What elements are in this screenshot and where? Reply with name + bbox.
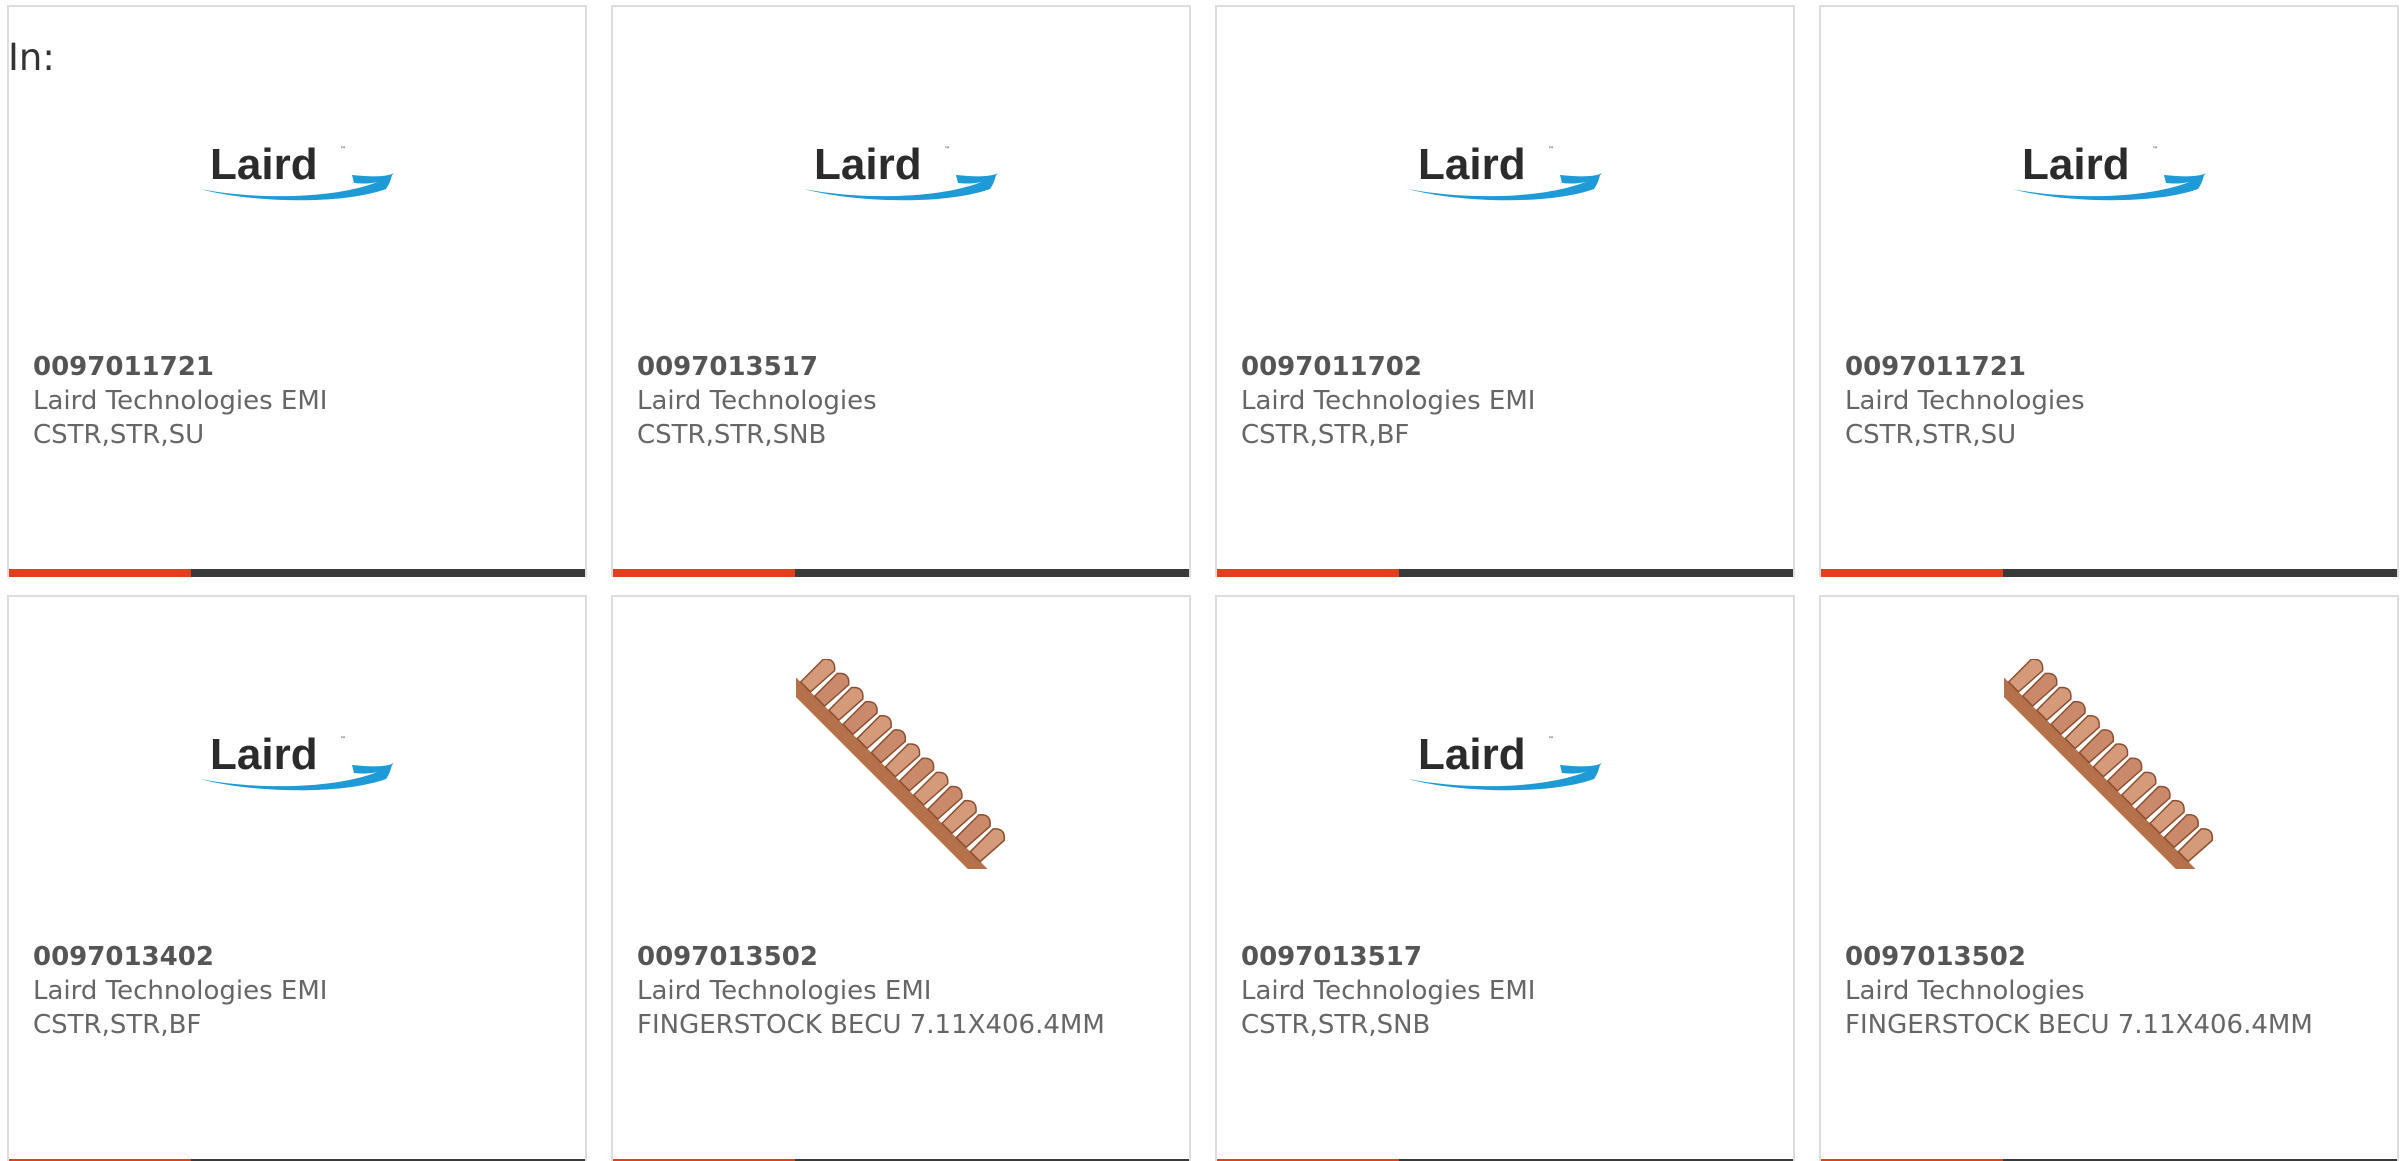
product-info: 0097011702 Laird Technologies EMI CSTR,S… [1241,350,1773,452]
description: CSTR,STR,SU [33,420,205,450]
svg-text:™: ™ [2152,146,2158,153]
product-card[interactable]: Laird ™ 0097011721 Laird Technologies EMI… [7,5,587,577]
svg-text:Laird: Laird [814,140,922,189]
card-footer-accent [1821,569,2003,577]
svg-text:™: ™ [340,146,346,153]
description: CSTR,STR,SNB [1241,1010,1431,1040]
product-card[interactable]: Laird ™ 0097011721 Laird Technologies CST… [1819,5,2399,577]
laird-logo: Laird ™ [796,69,1006,279]
laird-logo: Laird ™ [192,659,402,869]
product-card[interactable]: Laird ™ 0097013517 Laird Technologies EMI… [1215,595,1795,1161]
part-number[interactable]: 0097011702 [1241,350,1773,384]
card-footer-accent [613,569,795,577]
part-number[interactable]: 0097013502 [1845,940,2377,974]
card-footer-bar [613,569,1189,577]
manufacturer: Laird Technologies [1845,386,2085,416]
part-number[interactable]: 0097013517 [637,350,1169,384]
manufacturer: Laird Technologies EMI [33,976,328,1006]
manufacturer: Laird Technologies EMI [33,386,328,416]
product-info: 0097011721 Laird Technologies CSTR,STR,S… [1845,350,2377,452]
part-number[interactable]: 0097011721 [1845,350,2377,384]
manufacturer: Laird Technologies [637,386,877,416]
part-number[interactable]: 0097013402 [33,940,565,974]
laird-logo: Laird ™ [1400,659,1610,869]
part-number[interactable]: 0097013517 [1241,940,1773,974]
laird-logo: Laird ™ [192,69,402,279]
card-footer-bar [1821,569,2397,577]
product-info: 0097013402 Laird Technologies EMI CSTR,S… [33,940,565,1042]
product-card[interactable]: 0097013502 Laird Technologies FINGERSTOC… [1819,595,2399,1161]
svg-text:Laird: Laird [2022,140,2130,189]
product-info: 0097013502 Laird Technologies FINGERSTOC… [1845,940,2377,1042]
fingerstock-photo [2004,659,2214,869]
svg-text:™: ™ [1548,736,1554,743]
product-info: 0097011721 Laird Technologies EMI CSTR,S… [33,350,565,452]
product-info: 0097013517 Laird Technologies CSTR,STR,S… [637,350,1169,452]
product-card[interactable]: Laird ™ 0097013402 Laird Technologies EMI… [7,595,587,1161]
manufacturer: Laird Technologies EMI [1241,976,1536,1006]
card-footer-bar [9,569,585,577]
part-number[interactable]: 0097013502 [637,940,1169,974]
svg-text:™: ™ [340,736,346,743]
manufacturer: Laird Technologies EMI [637,976,932,1006]
description: CSTR,STR,BF [1241,420,1410,450]
fingerstock-photo [796,659,1006,869]
product-card[interactable]: Laird ™ 0097013517 Laird Technologies CST… [611,5,1191,577]
product-info: 0097013502 Laird Technologies EMI FINGER… [637,940,1169,1042]
card-footer-accent [9,569,191,577]
description: FINGERSTOCK BECU 7.11X406.4MM [637,1010,1105,1040]
product-card[interactable]: 0097013502 Laird Technologies EMI FINGER… [611,595,1191,1161]
description: CSTR,STR,BF [33,1010,202,1040]
description: CSTR,STR,SNB [637,420,827,450]
description: CSTR,STR,SU [1845,420,2017,450]
manufacturer: Laird Technologies EMI [1241,386,1536,416]
product-info: 0097013517 Laird Technologies EMI CSTR,S… [1241,940,1773,1042]
laird-logo: Laird ™ [2004,69,2214,279]
filter-in-label: In: [8,36,55,79]
svg-text:™: ™ [944,146,950,153]
card-footer-bar [1217,569,1793,577]
svg-text:Laird: Laird [210,730,318,779]
product-card[interactable]: Laird ™ 0097011702 Laird Technologies EMI… [1215,5,1795,577]
svg-text:™: ™ [1548,146,1554,153]
svg-text:Laird: Laird [1418,140,1526,189]
svg-text:Laird: Laird [1418,730,1526,779]
part-number[interactable]: 0097011721 [33,350,565,384]
svg-text:Laird: Laird [210,140,318,189]
description: FINGERSTOCK BECU 7.11X406.4MM [1845,1010,2313,1040]
product-results-page: In: Laird ™ 0097011721 Laird Technologies… [0,0,2400,1161]
manufacturer: Laird Technologies [1845,976,2085,1006]
laird-logo: Laird ™ [1400,69,1610,279]
card-footer-accent [1217,569,1399,577]
product-grid: Laird ™ 0097011721 Laird Technologies EMI… [7,5,2399,1161]
